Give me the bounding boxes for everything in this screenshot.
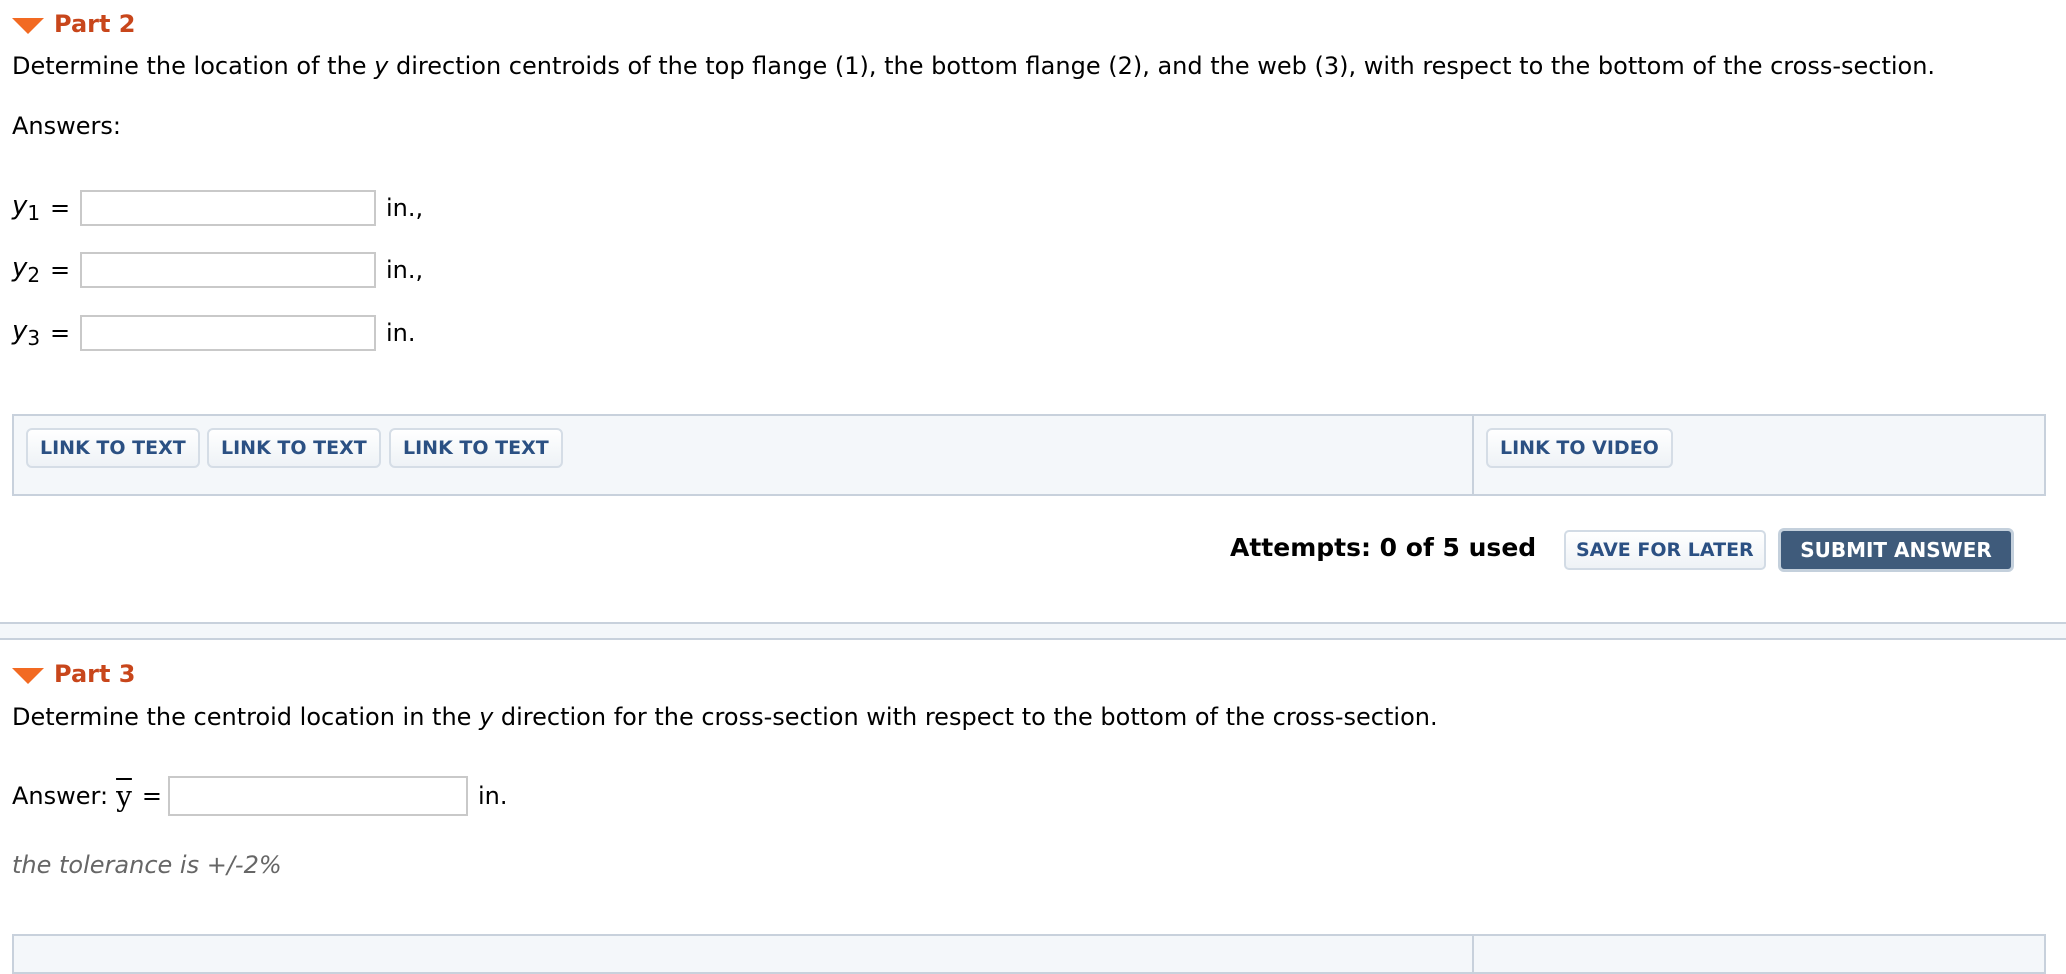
link-to-text-button-2[interactable]: LINK TO TEXT [207,428,381,468]
equals-sign: = [50,256,71,284]
save-for-later-button[interactable]: SAVE FOR LATER [1564,530,1766,570]
link-to-text-button-3[interactable]: LINK TO TEXT [389,428,563,468]
question-text: Determine the location of the [12,52,375,80]
answer-row-y2: y2 = in., [12,250,423,290]
divider [1472,416,1474,494]
ybar-input[interactable] [168,776,468,816]
question-text: Determine the centroid location in the [12,703,480,731]
part2-header[interactable]: Part 2 [12,10,136,38]
part3-header[interactable]: Part 3 [12,660,136,688]
part2-title: Part 2 [54,10,136,38]
link-to-text-button-1[interactable]: LINK TO TEXT [26,428,200,468]
collapse-triangle-icon[interactable] [12,668,44,684]
equals-sign: = [50,319,71,347]
question-var: y [479,703,494,731]
unit-label: in., [386,194,424,222]
collapse-triangle-icon[interactable] [12,18,44,34]
equals-sign: = [50,194,71,222]
question-text-rest: direction centroids of the top flange (1… [388,52,1936,80]
answer-label: Answer: [12,782,109,810]
unit-label: in. [386,319,416,347]
link-to-video-button[interactable]: LINK TO VIDEO [1486,428,1673,468]
tolerance-note: the tolerance is +/-2% [12,851,282,879]
y1-input[interactable] [80,190,376,226]
equals-sign: = [141,782,162,810]
answer-row-ybar: Answer: y = in. [12,776,508,816]
answer-row-y1: y1 = in., [12,188,423,228]
part3-question: Determine the centroid location in the y… [12,703,1438,731]
attempts-counter: Attempts: 0 of 5 used [1230,533,1537,562]
unit-label: in., [386,256,424,284]
section-divider [0,622,2066,640]
question-text-rest: direction for the cross-section with res… [493,703,1438,731]
variable-label: y2 [12,252,41,288]
answers-label: Answers: [12,112,121,140]
divider [1472,936,1474,972]
unit-label: in. [478,782,508,810]
y3-input[interactable] [80,315,376,351]
variable-label: y1 [12,190,41,226]
resource-links-bar: LINK TO TEXT LINK TO TEXT LINK TO TEXT L… [12,414,2046,496]
part3-title: Part 3 [54,660,136,688]
answer-row-y3: y3 = in. [12,313,416,353]
part2-question: Determine the location of the y directio… [12,52,1935,80]
resource-links-bar-part3 [12,934,2046,974]
y2-input[interactable] [80,252,376,288]
variable-label: y3 [12,315,41,351]
ybar-variable: y [116,779,132,813]
submit-answer-button[interactable]: SUBMIT ANSWER [1778,528,2014,572]
question-var: y [374,52,389,80]
